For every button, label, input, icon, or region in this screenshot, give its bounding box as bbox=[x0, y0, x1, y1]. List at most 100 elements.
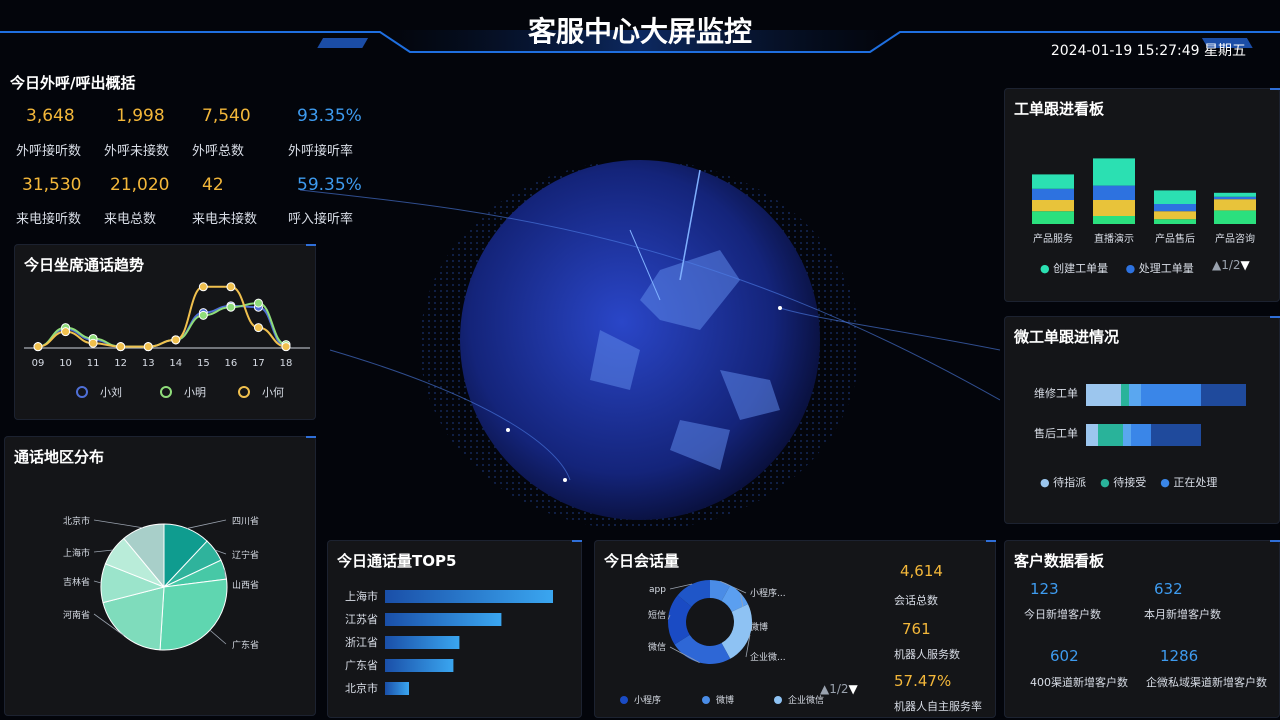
channel400-value: 602 bbox=[1050, 647, 1079, 665]
tickets-panel: 工单跟进看板 产品服务 直播演示 产品售后 产品咨询 ● 创建工单量 ● 处理工单量 … bbox=[1004, 88, 1280, 302]
micro-stacked-chart: 维修工单售后工单 bbox=[1034, 384, 1246, 446]
x-tick-label: 12 bbox=[114, 358, 127, 369]
x-tick-label: 18 bbox=[280, 358, 293, 369]
pie-slice bbox=[159, 578, 228, 651]
data-point bbox=[143, 342, 153, 352]
slice-label: 辽宁省 bbox=[232, 549, 259, 561]
bar-category-label: 产品售后 bbox=[1155, 232, 1195, 245]
stat-label: 外呼接听率 bbox=[288, 144, 354, 159]
channel400-label: 400渠道新增客户数 bbox=[1030, 676, 1128, 689]
stat-label: 来电总数 bbox=[104, 212, 157, 227]
stacked-bar-segment bbox=[1093, 216, 1135, 224]
legend-marker-icon bbox=[238, 386, 250, 398]
bar bbox=[385, 613, 502, 626]
data-point bbox=[226, 302, 236, 312]
bar-category-label: 产品服务 bbox=[1033, 232, 1073, 245]
data-point bbox=[253, 298, 263, 308]
bar bbox=[385, 590, 553, 603]
x-tick-label: 10 bbox=[59, 358, 72, 369]
donut-slice bbox=[674, 634, 731, 664]
legend-dot-icon bbox=[702, 696, 710, 704]
stat-inbound-total: 21,020 bbox=[110, 175, 170, 195]
stacked-bar-segment bbox=[1086, 424, 1098, 446]
wecom-value: 1286 bbox=[1160, 647, 1199, 665]
series-line-小刘 bbox=[37, 304, 287, 348]
stacked-bar-segment bbox=[1093, 185, 1135, 200]
legend-marker-icon bbox=[76, 386, 88, 398]
today-new-label: 今日新增客户数 bbox=[1024, 608, 1101, 621]
slice-label: 河南省 bbox=[63, 609, 90, 621]
x-tick-label: 16 bbox=[225, 358, 238, 369]
legend-dot-icon: ● bbox=[1160, 476, 1170, 489]
trend-chart: 09 10 11 12 13 14 15 16 17 18 小刘 小明 小何 bbox=[24, 282, 310, 399]
customers-title: 客户数据看板 bbox=[1014, 552, 1105, 570]
robot-service-label: 机器人服务数 bbox=[894, 648, 960, 661]
today-new-value: 123 bbox=[1030, 580, 1059, 598]
stat-outbound-answered: 3,648 bbox=[26, 106, 75, 126]
legend-dot-icon: ● bbox=[1125, 262, 1136, 275]
customers-panel: 客户数据看板 123 今日新增客户数 632 本月新增客户数 602 400渠道… bbox=[1004, 540, 1280, 718]
stat-outbound-missed: 1,998 bbox=[116, 106, 165, 126]
legend-label: 企业微信 bbox=[788, 694, 824, 706]
robot-rate-label: 机器人自主服务率 bbox=[894, 700, 982, 713]
stacked-bar-segment bbox=[1214, 210, 1256, 224]
bar bbox=[385, 682, 409, 695]
prev-page-icon[interactable]: ▲ bbox=[820, 682, 829, 696]
legend-label: 待指派 bbox=[1053, 476, 1087, 489]
micro-legend: ● 待指派 ● 待接受 ● 正在处理 bbox=[1040, 474, 1217, 490]
legend-label: 小明 bbox=[184, 386, 206, 399]
bar-category-label: 江苏省 bbox=[345, 613, 378, 626]
bar bbox=[385, 659, 454, 672]
globe-sphere bbox=[460, 160, 820, 520]
slice-label: 北京市 bbox=[63, 515, 90, 527]
data-point bbox=[116, 342, 126, 352]
stacked-bar-segment bbox=[1201, 384, 1246, 406]
month-new-value: 632 bbox=[1154, 580, 1183, 598]
robot-rate-value: 57.47% bbox=[894, 672, 952, 690]
x-tick-label: 15 bbox=[197, 358, 210, 369]
sessions-pager[interactable]: ▲1/2▼ bbox=[820, 682, 858, 696]
slice-label: 山西省 bbox=[232, 579, 259, 591]
overview-title: 今日外呼/呼出概括 bbox=[10, 74, 136, 92]
data-point bbox=[198, 282, 208, 292]
bar-category-label: 售后工单 bbox=[1034, 426, 1078, 440]
x-tick-label: 14 bbox=[169, 358, 182, 369]
legend-label: 小刘 bbox=[100, 386, 122, 399]
stacked-bar-segment bbox=[1154, 190, 1196, 204]
slice-label: 企业微... bbox=[750, 651, 786, 663]
label-leader bbox=[209, 629, 227, 645]
pager-label: 1/2 bbox=[1221, 258, 1241, 272]
stacked-bar-segment bbox=[1032, 174, 1074, 189]
slice-label: 上海市 bbox=[63, 547, 90, 559]
slice-label: app bbox=[649, 585, 666, 595]
region-pie-chart: 四川省辽宁省山西省广东省 河南省 吉林省 上海市 北京市 bbox=[63, 515, 259, 651]
tickets-pager[interactable]: ▲1/2▼ bbox=[1212, 258, 1250, 272]
slice-label: 小程序... bbox=[750, 587, 786, 599]
tickets-stacked-chart: 产品服务 直播演示 产品售后 产品咨询 bbox=[1032, 158, 1256, 245]
legend-label: 小程序 bbox=[634, 694, 661, 706]
stacked-bar-segment bbox=[1141, 384, 1201, 406]
stacked-bar-segment bbox=[1129, 384, 1141, 406]
legend-dot-icon bbox=[774, 696, 782, 704]
month-new-label: 本月新增客户数 bbox=[1144, 608, 1221, 621]
tickets-title: 工单跟进看板 bbox=[1014, 100, 1105, 118]
datetime-display: 2024-01-19 15:27:49 星期五 bbox=[1050, 43, 1246, 59]
slice-label: 微信 bbox=[648, 641, 666, 653]
stacked-bar-segment bbox=[1151, 424, 1201, 446]
globe-visual bbox=[300, 160, 1000, 530]
wecom-label: 企微私域渠道新增客户数 bbox=[1146, 676, 1267, 689]
slice-label: 四川省 bbox=[232, 515, 259, 527]
stacked-bar-segment bbox=[1032, 200, 1074, 212]
label-leader bbox=[187, 519, 227, 529]
next-page-icon[interactable]: ▼ bbox=[1241, 258, 1250, 272]
stacked-bar-segment bbox=[1121, 384, 1129, 406]
bar-category-label: 广东省 bbox=[345, 659, 378, 672]
stat-label: 呼入接听率 bbox=[288, 212, 354, 227]
next-page-icon[interactable]: ▼ bbox=[849, 682, 858, 696]
slice-label: 吉林省 bbox=[63, 576, 90, 588]
series-line-小明 bbox=[37, 302, 287, 348]
stacked-bar-segment bbox=[1154, 219, 1196, 224]
prev-page-icon[interactable]: ▲ bbox=[1212, 258, 1221, 272]
stacked-bar-segment bbox=[1214, 192, 1256, 197]
stacked-bar-segment bbox=[1032, 211, 1074, 224]
